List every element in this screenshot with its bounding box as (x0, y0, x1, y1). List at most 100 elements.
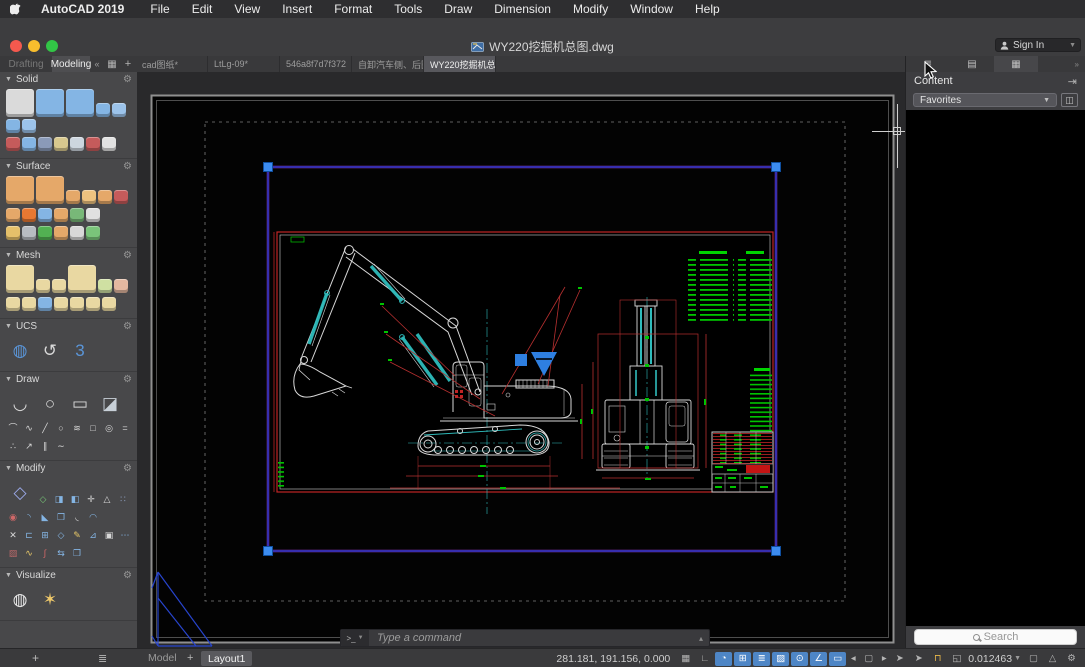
menu-insert[interactable]: Insert (271, 0, 323, 18)
viewport-grip[interactable] (772, 547, 781, 556)
surface-tools-icon[interactable] (22, 226, 36, 240)
command-history-caret-icon[interactable]: ▼ (358, 635, 364, 641)
mesh-refine-icon[interactable] (38, 297, 52, 311)
subtract-icon[interactable] (22, 137, 36, 151)
command-expand-icon[interactable]: ▴ (699, 634, 709, 643)
spline-icon[interactable]: ∿ (22, 421, 36, 435)
grid-display-icon[interactable]: ▦ (677, 652, 694, 666)
panel-layout-toggle-icon[interactable]: ◫ (1061, 93, 1078, 107)
ray-icon[interactable]: ↗ (22, 439, 36, 453)
collapse-caret-icon[interactable]: ▼ (5, 252, 12, 259)
model-tab[interactable]: Model (148, 652, 177, 664)
add-tool-set-button[interactable]: + (32, 651, 39, 665)
tool-section-header[interactable]: ▼Surface⚙ (0, 159, 137, 174)
collapse-caret-icon[interactable]: ▼ (5, 323, 12, 330)
reverse-icon[interactable]: ⇆ (54, 546, 68, 560)
menu-view[interactable]: View (223, 0, 271, 18)
spline-edit-icon[interactable]: ∫ (38, 546, 52, 560)
break-icon[interactable]: ⋯ (118, 528, 132, 542)
rectangle-icon[interactable]: ▭ (66, 389, 94, 417)
explode-icon[interactable]: ◇ (54, 528, 68, 542)
viewport-grip[interactable] (264, 547, 273, 556)
gear-icon[interactable]: ⚙ (123, 161, 132, 172)
annotation-visibility-icon[interactable]: ➤ (891, 652, 908, 666)
light-icon[interactable]: ✶ (36, 585, 64, 613)
tool-section-header[interactable]: ▼Draw⚙ (0, 372, 137, 387)
ortho-mode-icon[interactable]: ∟ (696, 652, 713, 666)
command-line[interactable]: >_ ▼ Type a command ▴ (340, 629, 710, 647)
menu-window[interactable]: Window (619, 0, 684, 18)
split-face-icon[interactable] (54, 297, 68, 311)
collapse-caret-icon[interactable]: ▼ (5, 572, 12, 579)
loft-icon[interactable] (36, 176, 64, 204)
menu-draw[interactable]: Draw (433, 0, 483, 18)
surface-fillet-icon[interactable] (114, 190, 128, 204)
viewport-grip[interactable] (264, 163, 273, 172)
surface-extend-icon[interactable] (6, 208, 20, 222)
panel-close-icon[interactable]: ⇥ (1068, 75, 1077, 88)
slice-icon[interactable] (112, 103, 126, 117)
menu-format[interactable]: Format (323, 0, 383, 18)
rotate-gizmo-icon[interactable]: ◇ (36, 492, 50, 506)
collapse-caret-icon[interactable]: ▼ (5, 163, 12, 170)
collapse-tabs-icon[interactable]: « (90, 56, 104, 72)
trim-icon[interactable]: ✕ (6, 528, 20, 542)
chamfer-icon[interactable]: ◣ (38, 510, 52, 524)
workspace-tab-modeling[interactable]: Modeling (52, 56, 90, 72)
object-snap-icon[interactable]: ⊙ (791, 652, 808, 666)
annotation-scale-caret-icon[interactable]: ▼ (1014, 655, 1021, 662)
fillet-icon[interactable]: ◝ (22, 510, 36, 524)
union-icon[interactable] (6, 137, 20, 151)
sweep-icon[interactable] (6, 119, 20, 133)
menu-dimension[interactable]: Dimension (483, 0, 562, 18)
hatch-background-icon[interactable]: ▨ (772, 652, 789, 666)
menu-modify[interactable]: Modify (562, 0, 619, 18)
workspace-tab-drafting[interactable]: Drafting (0, 56, 52, 72)
array-rect-icon[interactable]: ⊞ (38, 528, 52, 542)
panel-overflow-icon[interactable]: » (1075, 56, 1085, 72)
collapse-caret-icon[interactable]: ▼ (5, 376, 12, 383)
gear-icon[interactable]: ⚙ (123, 570, 132, 581)
box-icon[interactable] (6, 89, 34, 117)
dynamic-input-icon[interactable]: ▭ (829, 652, 846, 666)
favorites-dropdown[interactable]: Favorites ▼ (913, 93, 1057, 107)
tab-overview-icon[interactable]: ▦ (104, 56, 120, 72)
copy-icon[interactable]: ❐ (54, 510, 68, 524)
array-icon[interactable]: ∷ (116, 492, 130, 506)
point-icon[interactable]: ∴ (6, 439, 20, 453)
arc-edit-icon[interactable]: ◟ (70, 510, 84, 524)
snap-mode-icon[interactable]: ⊞ (734, 652, 751, 666)
tool-section-header[interactable]: ▼Visualize⚙ (0, 568, 137, 583)
content-list-area[interactable] (906, 110, 1085, 626)
mesh-uncrease-icon[interactable] (22, 297, 36, 311)
collapse-caret-icon[interactable]: ▼ (5, 465, 12, 472)
imprint-icon[interactable] (86, 137, 100, 151)
overkill-icon[interactable]: ❐ (70, 546, 84, 560)
erase-icon[interactable]: ✎ (70, 528, 84, 542)
ucs-rotate-icon[interactable]: ↺ (36, 336, 64, 364)
surface-patch-icon[interactable] (82, 190, 96, 204)
viewport-grip[interactable] (772, 163, 781, 172)
helix-icon[interactable]: ≋ (70, 421, 84, 435)
solid-plane-icon[interactable]: ◪ (96, 389, 124, 417)
selection-modes-icon[interactable]: ≣ (753, 652, 770, 666)
isodraft-icon[interactable]: ◔ (715, 652, 732, 666)
pedit-icon[interactable]: ∿ (22, 546, 36, 560)
smooth-more-icon[interactable] (98, 279, 112, 293)
mesh-crease-icon[interactable] (6, 297, 20, 311)
smooth-curve-icon[interactable] (52, 279, 66, 293)
command-input[interactable]: Type a command (369, 632, 699, 644)
network-surface-icon[interactable] (6, 176, 34, 204)
cv-remove-icon[interactable] (54, 226, 68, 240)
extend-icon[interactable]: ⊏ (22, 528, 36, 542)
rotate-icon[interactable]: ◉ (6, 510, 20, 524)
annotation-scale-button-icon[interactable]: ◱ (948, 652, 965, 666)
circle-icon[interactable]: ○ (36, 389, 64, 417)
cv-add-icon[interactable] (38, 226, 52, 240)
settings-gear-icon[interactable]: ⚙ (1063, 652, 1080, 666)
ellipse-icon[interactable]: ○ (54, 421, 68, 435)
interfere-icon[interactable] (70, 137, 84, 151)
content-palette-icon[interactable]: ▦ (994, 56, 1038, 72)
move-icon[interactable]: ✛ (84, 492, 98, 506)
polygon-icon[interactable]: □ (86, 421, 100, 435)
